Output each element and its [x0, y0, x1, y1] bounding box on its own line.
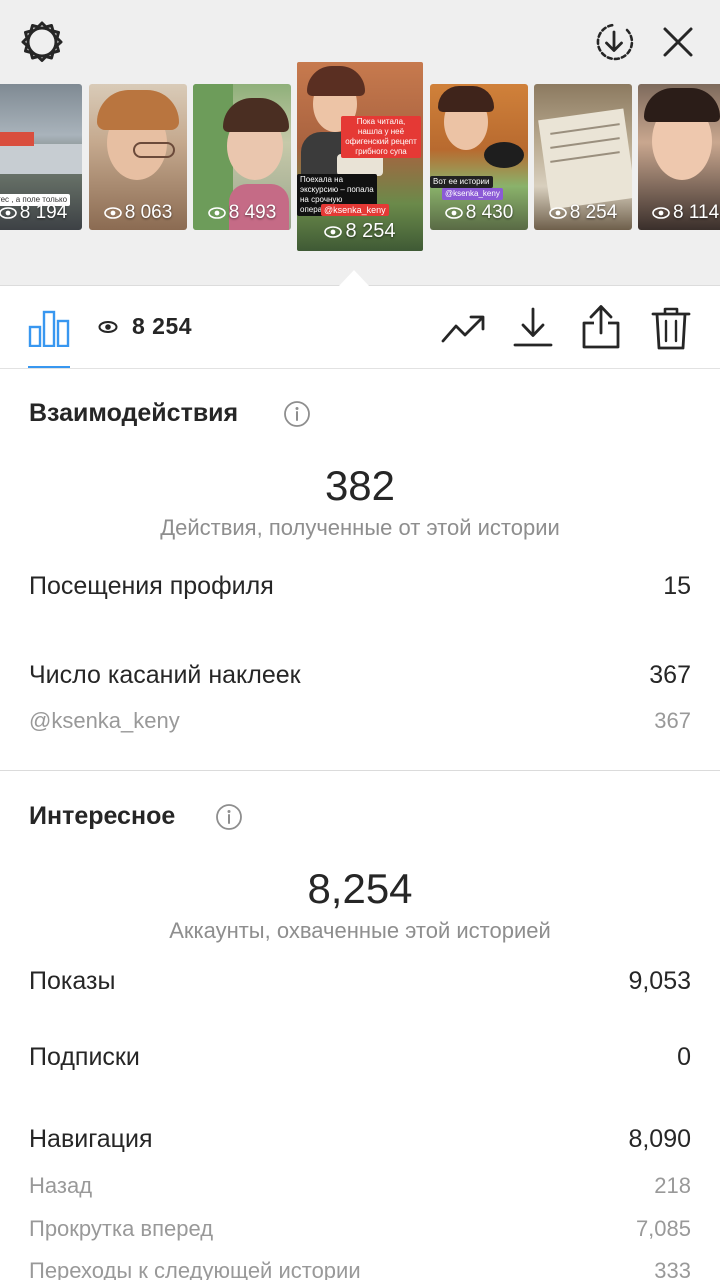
metric-value: 333: [654, 1258, 691, 1280]
metric-value: 367: [649, 661, 691, 689]
active-tab-indicator: [28, 366, 70, 368]
story-caption: Пока читала, нашла у неё офигенский реце…: [341, 116, 421, 158]
delete-trash-icon[interactable]: [650, 305, 692, 351]
metric-label: Число касаний наклеек: [29, 661, 301, 689]
metric-label: Показы: [29, 967, 116, 995]
story-mention-sticker: @ksenka_keny: [321, 204, 389, 216]
story-view-count: 8 254: [569, 202, 618, 223]
info-icon[interactable]: [283, 400, 311, 428]
story-view-count: 8 194: [19, 202, 68, 223]
story-thumbnail[interactable]: 8 114: [638, 84, 720, 230]
eye-icon: [98, 320, 118, 333]
discovery-total-label: Аккаунты, охваченные этой историей: [169, 918, 551, 943]
share-icon[interactable]: [580, 303, 622, 351]
story-thumbnail[interactable]: Вот ее истории @ksenka_keny 8 430: [430, 84, 528, 230]
story-view-count: 8 254: [345, 220, 396, 242]
eye-icon: [207, 207, 226, 219]
story-thumbnail[interactable]: 8 063: [89, 84, 187, 230]
story-view-count: 8 063: [124, 202, 173, 223]
section-divider: [0, 770, 720, 771]
eye-icon: [0, 207, 17, 219]
metric-label: Переходы к следующей истории: [29, 1258, 361, 1280]
settings-icon[interactable]: [20, 20, 64, 64]
interactions-section-title: Взаимодействия: [29, 399, 239, 427]
story-view-count: 8 493: [228, 202, 277, 223]
interactions-total-label: Действия, полученные от этой истории: [160, 515, 560, 540]
view-count-value: 8 254: [132, 313, 193, 339]
discovery-section-title: Интересное: [29, 802, 176, 830]
metric-row: Показы 9,053: [29, 967, 691, 996]
metric-value: 0: [677, 1043, 691, 1071]
story-toolbar: 8 254: [0, 287, 720, 369]
story-thumbnail[interactable]: тес , а поле только 8 194: [0, 84, 82, 230]
metric-value: 15: [663, 572, 691, 600]
story-thumbnail-selected[interactable]: Пока читала, нашла у неё офигенский реце…: [297, 62, 423, 251]
metric-row: Навигация 8,090: [29, 1125, 691, 1154]
metric-label: Посещения профиля: [29, 572, 274, 600]
story-thumbnail[interactable]: 8 493: [193, 84, 291, 230]
eye-icon: [548, 207, 567, 219]
metric-value: 367: [654, 708, 691, 733]
promote-trend-icon[interactable]: [440, 309, 486, 349]
story-view-count: 8 114: [673, 202, 720, 223]
story-view-count: 8 430: [465, 202, 514, 223]
metric-subrow: Прокрутка вперед 7,085: [29, 1216, 691, 1242]
metric-label: Прокрутка вперед: [29, 1216, 214, 1241]
story-mention-sticker: @ksenka_keny: [442, 188, 503, 200]
save-download-circle-icon[interactable]: [592, 20, 636, 64]
interactions-total: 382: [324, 462, 396, 509]
metric-value: 8,090: [628, 1125, 691, 1153]
metric-row: Посещения профиля 15: [29, 572, 691, 601]
story-caption: Вот ее истории: [430, 176, 493, 188]
eye-icon: [444, 207, 463, 219]
metric-label: @ksenka_keny: [29, 708, 180, 733]
eye-icon: [324, 225, 343, 238]
discovery-total: 8,254: [307, 865, 413, 912]
metric-label: Навигация: [29, 1125, 153, 1153]
metric-label: Назад: [29, 1173, 93, 1198]
eye-icon: [652, 207, 670, 219]
metric-row: Подписки 0: [29, 1043, 691, 1072]
download-icon[interactable]: [512, 305, 554, 351]
info-icon[interactable]: [215, 803, 243, 831]
metric-label: Подписки: [29, 1043, 140, 1071]
metric-value: 7,085: [635, 1216, 691, 1241]
metric-subrow: Назад 218: [29, 1173, 691, 1199]
metric-subrow: Переходы к следующей истории 333: [29, 1258, 691, 1280]
story-strip: тес , а поле только 8 194 8 063 8 493 По…: [0, 0, 720, 287]
story-thumbnail[interactable]: 8 254: [534, 84, 632, 230]
metric-subrow: @ksenka_keny 367: [29, 708, 691, 734]
close-icon[interactable]: [658, 22, 698, 62]
story-view-count-header: 8 254: [98, 313, 192, 340]
selection-pointer: [338, 270, 370, 287]
metric-value: 218: [654, 1173, 691, 1198]
metric-value: 9,053: [628, 967, 691, 995]
insights-bar-chart-icon[interactable]: [28, 309, 70, 347]
eye-icon: [103, 207, 122, 219]
metric-row: Число касаний наклеек 367: [29, 661, 691, 690]
